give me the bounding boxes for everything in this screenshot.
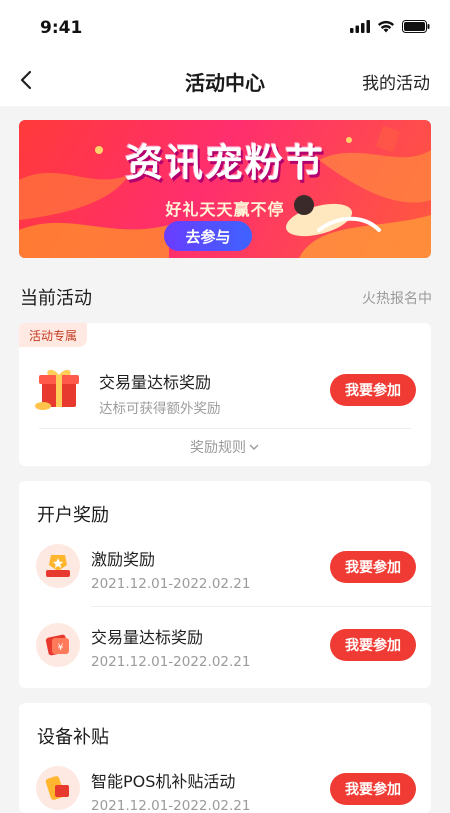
pos-machine-graphic — [45, 776, 69, 800]
status-bar: 9:41 — [0, 0, 450, 56]
divider — [91, 606, 431, 607]
account-rewards-card: 开户奖励 激励奖励 2021.12.01-2022.02.21 我要参加 ¥ 交… — [19, 481, 431, 688]
signal-icon — [350, 20, 370, 33]
nav-bar: 活动中心 我的活动 — [0, 56, 450, 106]
divider — [39, 428, 411, 429]
my-activities-link[interactable]: 我的活动 — [362, 69, 430, 94]
rules-link[interactable]: 奖励规则 — [19, 437, 431, 457]
join-button[interactable]: 我要参加 — [330, 374, 416, 406]
exclusive-tag: 活动专属 — [19, 323, 88, 347]
banner-title: 资讯宠粉节 — [124, 141, 325, 185]
reward-title: 激励奖励 — [91, 550, 156, 569]
reward-date: 2021.12.01-2022.02.21 — [91, 576, 251, 592]
activity-subtitle: 达标可获得额外奖励 — [99, 401, 221, 417]
section-title-device: 设备补贴 — [37, 727, 109, 748]
gift-box-icon — [35, 369, 79, 410]
pos-machine-icon — [36, 766, 80, 810]
section-hint: 火热报名中 — [362, 291, 432, 307]
reward-title: 交易量达标奖励 — [91, 628, 204, 647]
coupon-icon: ¥ — [36, 623, 80, 667]
status-icons — [350, 20, 430, 33]
status-time: 9:41 — [40, 18, 83, 38]
award-badge-icon — [36, 544, 80, 588]
reward-date: 2021.12.01-2022.02.21 — [91, 654, 251, 670]
award-badge-graphic — [46, 555, 70, 577]
join-button[interactable]: 我要参加 — [330, 629, 416, 661]
battery-icon — [402, 20, 430, 33]
section-title-account: 开户奖励 — [37, 505, 109, 526]
coupon-graphic: ¥ — [45, 634, 69, 656]
section-title-current: 当前活动 — [20, 288, 92, 309]
subsidy-date: 2021.12.01-2022.02.21 — [91, 798, 251, 813]
banner-join-button[interactable]: 去参与 — [164, 221, 252, 251]
banner-subtitle: 好礼天天赢不停 — [165, 200, 285, 219]
chevron-down-icon — [249, 444, 259, 450]
current-activity-card: 活动专属 交易量达标奖励 达标可获得额外奖励 我要参加 奖励规则 — [19, 323, 431, 466]
subsidy-title: 智能POS机补贴活动 — [91, 772, 236, 791]
join-button[interactable]: 我要参加 — [330, 773, 416, 805]
activity-title: 交易量达标奖励 — [99, 373, 212, 392]
join-button[interactable]: 我要参加 — [330, 551, 416, 583]
wifi-icon — [378, 20, 394, 33]
current-activities-header: 当前活动 火热报名中 — [20, 284, 432, 310]
device-subsidy-card: 设备补贴 智能POS机补贴活动 2021.12.01-2022.02.21 我要… — [19, 703, 431, 813]
rules-label: 奖励规则 — [190, 440, 246, 456]
svg-text:¥: ¥ — [58, 643, 64, 653]
promo-banner[interactable]: 资讯宠粉节 好礼天天赢不停 去参与 — [19, 120, 431, 258]
